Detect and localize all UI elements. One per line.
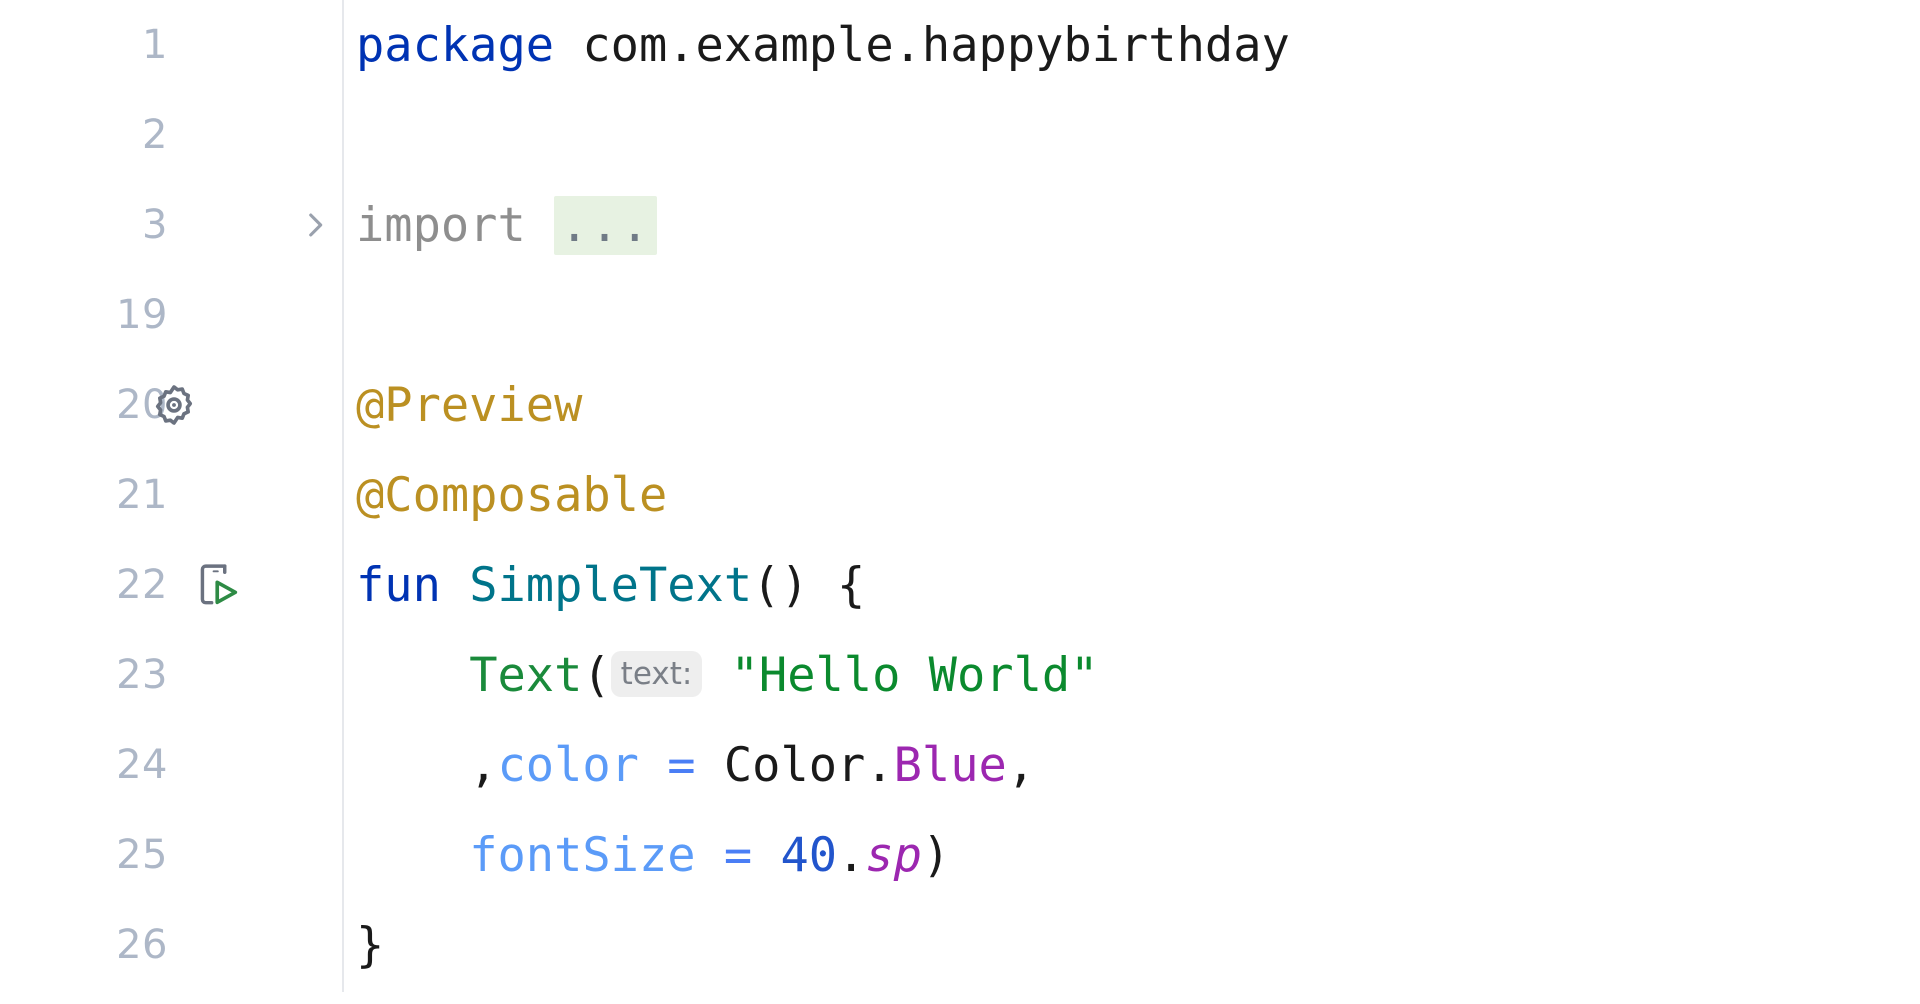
token-type: Color.: [723, 737, 894, 793]
code-line-2[interactable]: 2: [0, 90, 1920, 180]
line-number: 22: [116, 562, 168, 608]
code-text[interactable]: }: [356, 922, 384, 969]
code-text[interactable]: @Composable: [356, 472, 667, 519]
line-number: 19: [116, 292, 168, 338]
line-number: 20: [116, 382, 168, 428]
gear-icon[interactable]: [148, 379, 200, 431]
token-punct: () {: [752, 557, 866, 613]
code-line-19[interactable]: 19: [0, 270, 1920, 360]
line-number: 2: [142, 112, 168, 158]
line-number: 21: [116, 472, 168, 518]
token-str: "Hello World": [702, 647, 1099, 703]
code-text[interactable]: Text(text: "Hello World": [356, 650, 1098, 699]
token-param: color: [497, 737, 639, 793]
code-text[interactable]: import ...: [356, 195, 657, 255]
token-punct: ,: [356, 737, 498, 793]
line-number: 23: [116, 652, 168, 698]
token-punct: }: [356, 917, 385, 973]
token-const: Blue: [893, 737, 1007, 793]
token-anno: @Composable: [356, 467, 668, 523]
line-number: 24: [116, 742, 168, 788]
token-eq: =: [695, 827, 781, 883]
parameter-name-hint: text:: [610, 650, 703, 697]
token-num: 40: [780, 827, 838, 883]
token-punct: ): [921, 827, 951, 883]
code-text[interactable]: fun SimpleText() {: [356, 562, 865, 609]
code-line-20[interactable]: 20 @Preview: [0, 360, 1920, 450]
token-anno: @Preview: [356, 377, 583, 433]
token-punct: .: [837, 827, 866, 883]
line-number: 3: [142, 202, 168, 248]
code-text[interactable]: ,color = Color.Blue,: [356, 742, 1035, 789]
folded-imports-placeholder[interactable]: ...: [554, 195, 657, 255]
code-text[interactable]: package com.example.happybirthday: [356, 22, 1290, 69]
code-line-23[interactable]: 23 Text(text: "Hello World": [0, 630, 1920, 720]
token-fnname: SimpleText: [469, 557, 753, 613]
code-line-24[interactable]: 24 ,color = Color.Blue,: [0, 720, 1920, 810]
code-line-25[interactable]: 25 fontSize = 40.sp): [0, 810, 1920, 900]
run-on-device-icon[interactable]: [192, 559, 244, 611]
token-kw: fun: [356, 557, 470, 613]
code-editor[interactable]: 1 package com.example.happybirthday 2 3 impo…: [0, 0, 1920, 1004]
chevron-right-icon[interactable]: [296, 206, 334, 244]
token-param: fontSize: [469, 827, 696, 883]
token-punct: (: [582, 647, 611, 703]
token-kw: package: [356, 17, 555, 73]
code-text[interactable]: fontSize = 40.sp): [356, 832, 950, 879]
code-line-1[interactable]: 1 package com.example.happybirthday: [0, 0, 1920, 90]
token-ext: sp: [865, 827, 922, 883]
code-line-21[interactable]: 21 @Composable: [0, 450, 1920, 540]
token-fncall: Text: [469, 647, 583, 703]
code-text[interactable]: @Preview: [356, 382, 582, 429]
line-number: 25: [116, 832, 168, 878]
token-punct: ,: [1006, 737, 1036, 793]
token-eq: =: [638, 737, 724, 793]
line-number: 1: [142, 22, 168, 68]
code-line-26[interactable]: 26}: [0, 900, 1920, 990]
code-line-3[interactable]: 3 import ...: [0, 180, 1920, 270]
line-number: 26: [116, 922, 168, 968]
token-dim: import: [356, 197, 555, 253]
code-line-22[interactable]: 22 fun SimpleText() {: [0, 540, 1920, 630]
token-plain: com.example.happybirthday: [554, 17, 1290, 73]
